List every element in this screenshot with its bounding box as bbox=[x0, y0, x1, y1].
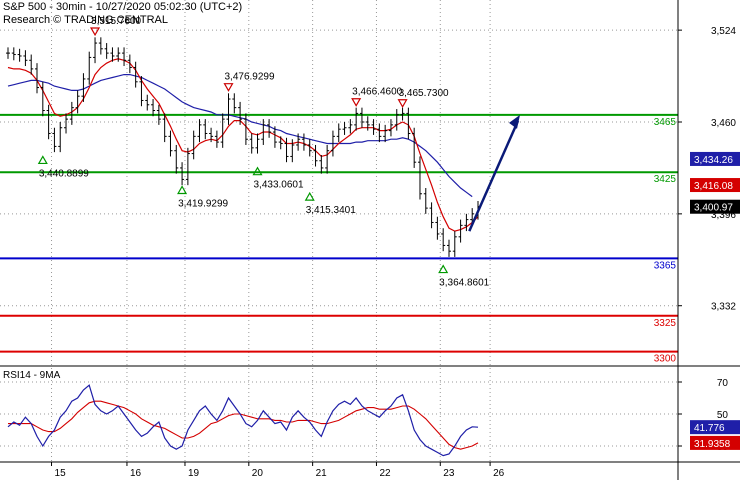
chart-canvas: 3465 3425 3365 3325 3300 3,515.7600 3,476.929… bbox=[0, 0, 740, 480]
x-tick-label: 20 bbox=[252, 468, 264, 479]
badge-rsi-ma: 31.9358 bbox=[694, 439, 731, 450]
rsi-y-tick-label: 50 bbox=[717, 410, 729, 421]
rsi-y-tick-label: 70 bbox=[717, 378, 729, 389]
swing-low-label: 3,364.8601 bbox=[439, 278, 489, 289]
swing-low-marker bbox=[37, 155, 48, 165]
x-tick-label: 23 bbox=[443, 468, 455, 479]
swing-high-marker bbox=[90, 27, 101, 37]
level-label: 3465 bbox=[654, 117, 677, 128]
swing-high-label: 3,466.4600 bbox=[352, 87, 402, 98]
swing-low-label: 3,419.9299 bbox=[178, 199, 228, 210]
badge-price: 3,400.97 bbox=[694, 203, 733, 214]
x-tick-label: 21 bbox=[316, 468, 328, 479]
rsi-line bbox=[7, 384, 479, 457]
projection-arrow bbox=[468, 120, 520, 232]
x-tick-label: 16 bbox=[130, 468, 142, 479]
badge-ma-slow: 3,434.26 bbox=[694, 155, 733, 166]
swing-high-label: 3,465.7300 bbox=[399, 88, 449, 99]
swing-high-marker bbox=[223, 83, 234, 92]
moving-averages bbox=[7, 58, 479, 232]
y-tick-label: 3,524 bbox=[711, 26, 736, 37]
swing-high-marker bbox=[397, 99, 408, 108]
ma-fast-line bbox=[7, 58, 479, 232]
level-label: 3365 bbox=[654, 260, 677, 271]
swing-low-label: 3,433.0601 bbox=[254, 180, 304, 191]
swing-low-label: 3,415.3401 bbox=[306, 205, 356, 216]
grid bbox=[0, 0, 678, 462]
x-tick-label: 22 bbox=[379, 468, 391, 479]
swing-high-label: 3,515.7600 bbox=[91, 16, 141, 27]
level-label: 3300 bbox=[654, 354, 677, 365]
swing-annotations: 3,515.7600 3,476.9299 3,466.46003,465.7300… bbox=[37, 16, 520, 289]
swing-low-marker bbox=[438, 264, 449, 274]
badge-ma-fast: 3,416.08 bbox=[694, 181, 733, 192]
x-tick-label: 19 bbox=[188, 468, 200, 479]
level-label: 3425 bbox=[654, 174, 677, 185]
projection-arrow-head bbox=[509, 114, 520, 129]
rsi-panel: RSI14 - 9MA bbox=[0, 365, 740, 457]
badge-rsi: 41.776 bbox=[694, 423, 725, 434]
swing-low-label: 3,440.8899 bbox=[39, 168, 89, 179]
y-tick-label: 3,460 bbox=[711, 118, 736, 129]
swing-high-label: 3,476.9299 bbox=[224, 72, 274, 83]
swing-low-marker bbox=[177, 185, 188, 195]
level-label: 3325 bbox=[654, 318, 677, 329]
horizontal-levels: 3465 3425 3365 3325 3300 bbox=[0, 113, 678, 365]
y-tick-label: 3,332 bbox=[711, 302, 736, 313]
price-bars bbox=[6, 37, 480, 257]
x-tick-label: 26 bbox=[493, 468, 505, 479]
rsi-title: RSI14 - 9MA bbox=[3, 370, 61, 381]
x-tick-label: 15 bbox=[55, 468, 67, 479]
swing-low-marker bbox=[252, 166, 263, 176]
swing-high-marker bbox=[351, 98, 362, 107]
